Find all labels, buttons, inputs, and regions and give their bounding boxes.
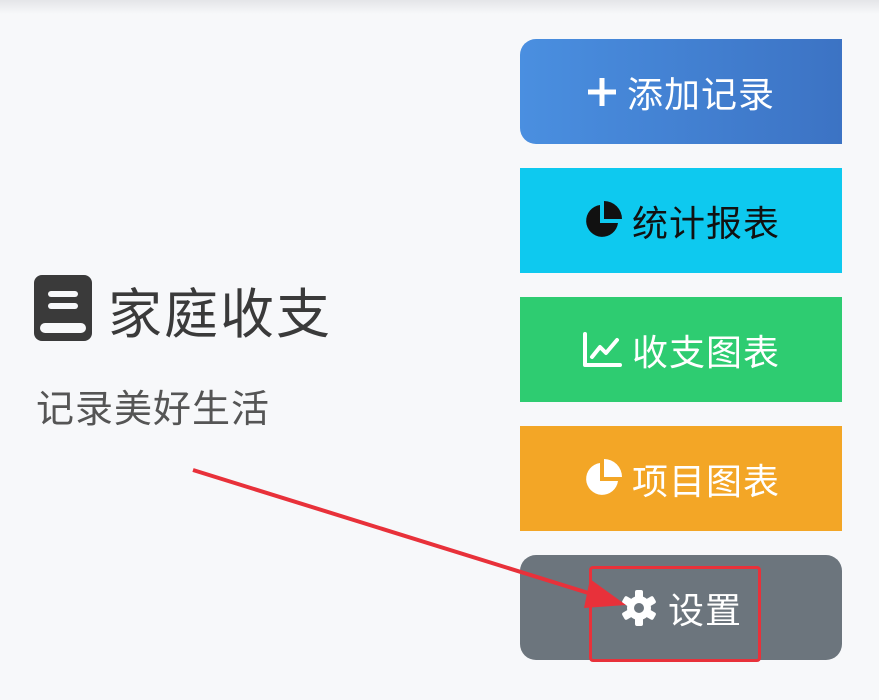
brand-block: 家庭收支 bbox=[34, 270, 332, 349]
app-title: 家庭收支 bbox=[108, 283, 332, 346]
main-menu: 添加记录 统计报表 收支图表 项目图表 设置 bbox=[520, 39, 842, 660]
item-chart-button[interactable]: 项目图表 bbox=[520, 426, 842, 531]
income-expense-chart-label: 收支图表 bbox=[631, 332, 780, 374]
item-chart-label: 项目图表 bbox=[631, 461, 780, 503]
settings-button[interactable]: 设置 bbox=[520, 555, 842, 660]
top-bar-shadow bbox=[0, 0, 879, 14]
gear-icon bbox=[620, 589, 658, 627]
book-icon bbox=[34, 274, 92, 345]
plus-icon bbox=[587, 77, 617, 107]
stats-report-label: 统计报表 bbox=[631, 203, 780, 245]
line-chart-icon bbox=[582, 331, 622, 368]
add-record-button[interactable]: 添加记录 bbox=[520, 39, 842, 144]
settings-label: 设置 bbox=[667, 590, 742, 632]
add-record-label: 添加记录 bbox=[626, 74, 775, 116]
app-tagline: 记录美好生活 bbox=[36, 387, 271, 431]
stats-report-button[interactable]: 统计报表 bbox=[520, 168, 842, 273]
pie-chart-icon bbox=[582, 458, 622, 499]
pie-chart-icon bbox=[582, 200, 622, 241]
income-expense-chart-button[interactable]: 收支图表 bbox=[520, 297, 842, 402]
